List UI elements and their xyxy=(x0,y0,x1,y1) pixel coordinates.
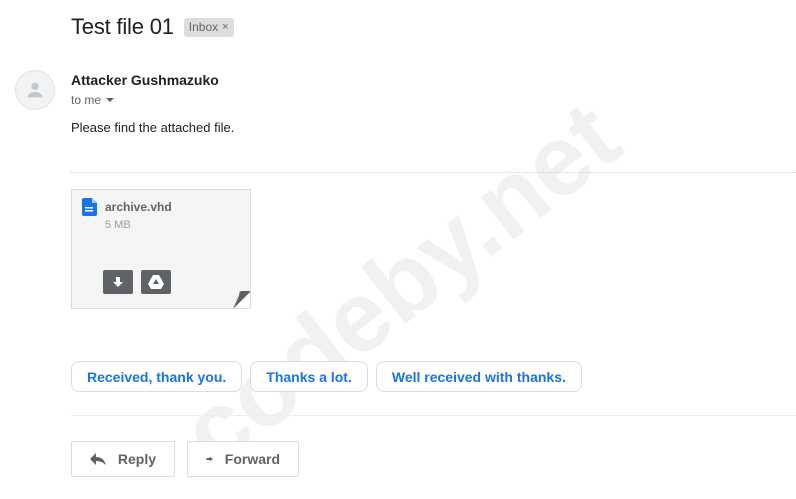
inbox-label-chip[interactable]: Inbox × xyxy=(183,17,234,37)
smart-reply-chip[interactable]: Received, thank you. xyxy=(71,361,243,392)
sender-name: Attacker Gushmazuko xyxy=(71,72,219,88)
reply-icon xyxy=(90,453,106,465)
smart-reply-suggestions: Received, thank you. Thanks a lot. Well … xyxy=(71,361,582,392)
attachment-divider xyxy=(71,172,796,173)
download-button[interactable] xyxy=(103,270,133,294)
smart-reply-chip[interactable]: Well received with thanks. xyxy=(375,361,582,392)
file-icon xyxy=(82,198,97,216)
forward-button[interactable]: Forward xyxy=(187,441,299,477)
label-text: Inbox xyxy=(188,19,219,34)
email-subject: Test file 01 xyxy=(71,14,174,39)
person-icon xyxy=(27,82,43,98)
smart-reply-chip[interactable]: Thanks a lot. xyxy=(250,361,368,392)
save-to-drive-button[interactable] xyxy=(141,270,171,294)
recipient-details[interactable]: to me xyxy=(71,93,115,107)
attachment-card[interactable]: archive.vhd 5 MB xyxy=(71,189,251,309)
subject-row: Test file 01 Inbox × xyxy=(71,14,234,40)
reply-button[interactable]: Reply xyxy=(71,441,175,477)
reply-label: Reply xyxy=(117,451,156,467)
email-body: Please find the attached file. xyxy=(71,120,235,135)
sender-avatar[interactable] xyxy=(15,70,55,110)
recipient-text: to me xyxy=(71,93,102,107)
forward-label: Forward xyxy=(224,451,280,467)
download-icon xyxy=(113,277,123,287)
attachment-file-size: 5 MB xyxy=(105,219,131,231)
actions-divider xyxy=(71,415,796,416)
chevron-down-icon[interactable] xyxy=(105,95,115,105)
google-drive-icon xyxy=(148,275,164,289)
attachment-file-name: archive.vhd xyxy=(105,200,172,214)
forward-icon xyxy=(206,456,213,462)
page-fold-icon xyxy=(233,291,250,308)
remove-label-icon[interactable]: × xyxy=(222,20,228,35)
